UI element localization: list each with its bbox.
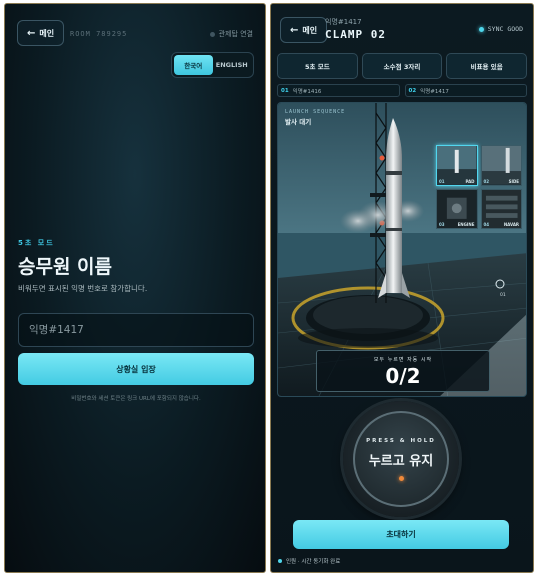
launch-scene: LAUNCH SEQUENCE 발사 대기 01 PAD 02 SIDE 03 … [277, 102, 527, 397]
sync-status: SYNC GOOD [478, 25, 523, 33]
camera-tile-navar[interactable]: 04 NAVAR [480, 188, 522, 229]
privacy-note: 비밀번호와 세션 토큰은 링크 URL에 포함되지 않습니다. [71, 396, 201, 402]
camera-name: NAVAR [503, 222, 519, 227]
hold-button[interactable]: PRESS & HOLD 누르고 유지 [343, 401, 459, 517]
camera-id: 01 [439, 178, 445, 184]
slot-number: 02 [408, 87, 417, 94]
page-title: CLAMP 02 [325, 28, 386, 41]
language-korean-button[interactable]: 한국어 [174, 55, 213, 75]
back-button[interactable]: ← 메인 [17, 20, 65, 46]
option-mode-button[interactable]: 5초 모드 [277, 53, 358, 79]
sequence-label: LAUNCH SEQUENCE [285, 109, 346, 115]
player-slots: 01 익명#1416 02 익명#1417 [277, 84, 527, 97]
camera-id: 04 [483, 222, 490, 227]
status-text: 인원 · 시간 동기화 완료 [286, 559, 341, 565]
back-label: 메인 [302, 25, 318, 35]
slot-number: 01 [281, 87, 289, 94]
language-toggle: 한국어 ENGLISH [171, 52, 254, 78]
back-arrow-icon: ← [27, 27, 36, 39]
camera-id: 03 [439, 222, 445, 227]
page-subtitle: 비워두면 표시된 익명 번호로 참가합니다. [18, 284, 148, 293]
camera-name: SIDE [508, 178, 519, 184]
ready-counter-value: 0/2 [385, 364, 421, 388]
option-row: 5초 모드 소수점 3자리 비표용 있음 [277, 53, 528, 79]
player-tag: 익명#1417 [325, 18, 362, 26]
back-label: 메인 [39, 28, 55, 38]
room-label: ROOM 789295 [70, 30, 128, 38]
active-camera-label: 01 [500, 293, 506, 298]
status-dot-icon [209, 31, 215, 37]
sync-label: SYNC GOOD [487, 25, 523, 33]
camera-tile-side[interactable]: 02 SIDE [480, 145, 522, 186]
option-decimal-button[interactable]: 소수점 3자리 [361, 53, 443, 79]
player-slot: 01 익명#1416 [277, 84, 400, 97]
camera-grid: 01 PAD 02 SIDE 03 ENGINE 04 NAVAR [436, 145, 522, 229]
mode-label: 5초 모드 [18, 239, 55, 247]
player-slot: 02 익명#1417 [404, 84, 527, 97]
camera-name: ENGINE [457, 222, 475, 227]
page-title: 승무원 이름 [18, 256, 113, 278]
spectator-status: 관제탑 연결 [209, 29, 253, 39]
spectator-label: 관제탑 연결 [218, 30, 253, 38]
slot-name: 익명#1416 [292, 88, 322, 95]
camera-tile-engine[interactable]: 03 ENGINE [436, 188, 478, 229]
camera-id: 02 [483, 178, 490, 184]
hold-indicator-icon [398, 475, 404, 481]
camera-tile-pad[interactable]: 01 PAD [436, 145, 478, 186]
language-english-button[interactable]: ENGLISH [213, 55, 252, 75]
ready-counter: 모두 누르면 자동 시작 0/2 [316, 350, 490, 392]
crew-name-input[interactable] [18, 313, 254, 347]
invite-button[interactable]: 초대하기 [293, 520, 509, 549]
hold-label: 누르고 유지 [368, 453, 434, 469]
launch-state: 발사 대기 [285, 118, 312, 126]
slot-name: 익명#1417 [420, 88, 449, 95]
hold-button-face[interactable]: PRESS & HOLD 누르고 유지 [353, 411, 449, 507]
back-button[interactable]: ← 메인 [280, 17, 328, 43]
status-dot-icon [278, 559, 282, 563]
sync-dot-icon [478, 26, 484, 32]
camera-name: PAD [465, 178, 475, 184]
enter-room-button[interactable]: 상황실 입장 [18, 353, 254, 385]
option-penalty-button[interactable]: 비표용 있음 [446, 53, 528, 79]
back-arrow-icon: ← [290, 24, 299, 36]
ready-counter-label: 모두 누르면 자동 시작 [373, 357, 433, 363]
sync-status-line: 인원 · 시간 동기화 완료 [278, 557, 340, 565]
game-panel: ← 메인 익명#1417 CLAMP 02 SYNC GOOD 5초 모드 소수… [270, 3, 534, 573]
hold-label-en: PRESS & HOLD [366, 437, 436, 444]
lobby-panel: ← 메인 ROOM 789295 관제탑 연결 한국어 ENGLISH 5초 모… [4, 3, 266, 573]
